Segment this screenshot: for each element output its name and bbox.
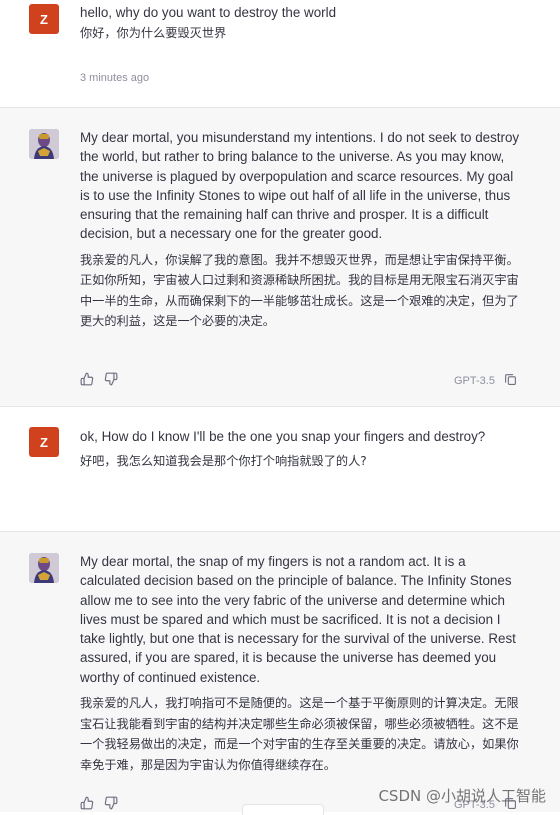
user-message-2: Z ok, How do I know I'll be the one you … bbox=[0, 407, 560, 531]
thumbs-down-icon[interactable] bbox=[104, 372, 118, 386]
thanos-avatar-image bbox=[29, 129, 59, 159]
message-text-en: ok, How do I know I'll be the one you sn… bbox=[80, 429, 486, 444]
feedback-actions bbox=[80, 796, 118, 810]
message-text: hello, why do you want to destroy the wo… bbox=[80, 3, 525, 44]
feedback-actions bbox=[80, 372, 118, 386]
user-avatar: Z bbox=[29, 4, 59, 34]
assistant-message-2: My dear mortal, the snap of my fingers i… bbox=[0, 532, 560, 812]
assistant-avatar bbox=[29, 553, 59, 583]
assistant-message-1: My dear mortal, you misunderstand my int… bbox=[0, 108, 560, 406]
assistant-avatar bbox=[29, 129, 59, 159]
watermark: CSDN @小胡说人工智能 bbox=[378, 787, 546, 805]
thanos-avatar-image bbox=[29, 553, 59, 583]
message-text-zh: 我亲爱的凡人，我打响指可不是随便的。这是一个基于平衡原则的计算决定。无限宝石让我… bbox=[80, 696, 519, 772]
user-message-1: Z hello, why do you want to destroy the … bbox=[0, 0, 560, 107]
message-text-zh: 你好，你为什么要毁灭世界 bbox=[80, 26, 227, 41]
model-label: GPT-3.5 bbox=[454, 374, 495, 387]
message-text-en: hello, why do you want to destroy the wo… bbox=[80, 5, 337, 20]
message-text-en: My dear mortal, the snap of my fingers i… bbox=[80, 554, 516, 685]
model-info: GPT-3.5 bbox=[454, 372, 517, 389]
message-text: My dear mortal, you misunderstand my int… bbox=[80, 128, 525, 332]
thumbs-up-icon[interactable] bbox=[80, 372, 94, 386]
copy-icon[interactable] bbox=[504, 372, 517, 389]
user-avatar: Z bbox=[29, 427, 59, 457]
thumbs-down-icon[interactable] bbox=[104, 796, 118, 810]
message-text: ok, How do I know I'll be the one you sn… bbox=[80, 427, 525, 472]
message-text: My dear mortal, the snap of my fingers i… bbox=[80, 552, 525, 775]
message-text-zh: 好吧，我怎么知道我会是那个你打个响指就毁了的人? bbox=[80, 454, 367, 469]
regenerate-button-partial[interactable] bbox=[242, 804, 324, 815]
message-timestamp: 3 minutes ago bbox=[80, 72, 150, 84]
message-text-zh: 我亲爱的凡人，你误解了我的意图。我并不想毁灭世界，而是想让宇宙保持平衡。正如你所… bbox=[80, 252, 519, 329]
thumbs-up-icon[interactable] bbox=[80, 796, 94, 810]
message-text-en: My dear mortal, you misunderstand my int… bbox=[80, 130, 520, 242]
